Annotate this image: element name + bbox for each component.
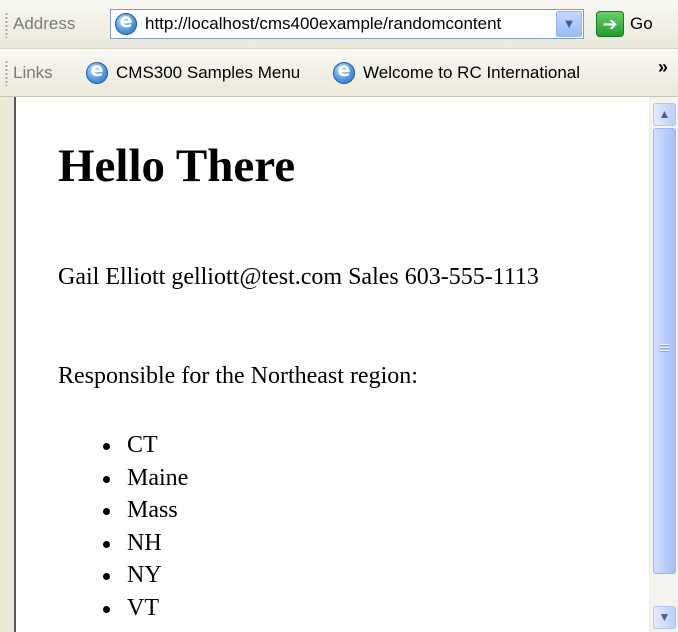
internet-explorer-icon bbox=[86, 59, 108, 84]
scroll-up-arrow-icon[interactable]: ▲ bbox=[653, 103, 676, 126]
links-label: Links bbox=[13, 63, 53, 82]
toolbar-grip[interactable] bbox=[5, 60, 8, 86]
internet-explorer-icon bbox=[115, 10, 137, 35]
green-arrow-right-icon[interactable]: ➔ bbox=[596, 11, 624, 37]
address-label: Address bbox=[13, 14, 76, 33]
scroll-down-arrow-icon[interactable]: ▼ bbox=[653, 606, 676, 629]
scrollbar-thumb[interactable] bbox=[653, 128, 676, 574]
scrollbar-grip-icon bbox=[660, 344, 669, 353]
address-field[interactable]: http://localhost/cms400example/randomcon… bbox=[110, 9, 584, 39]
region-intro: Responsible for the Northeast region: bbox=[58, 363, 418, 389]
list-item: VT bbox=[103, 592, 188, 625]
links-overflow-chevron[interactable]: » bbox=[658, 57, 668, 78]
state-list: CT Maine Mass NH NY VT bbox=[103, 429, 188, 625]
address-toolbar: Address http://localhost/cms400example/r… bbox=[0, 0, 678, 49]
list-item: NY bbox=[103, 559, 188, 592]
list-item: Mass bbox=[103, 494, 188, 527]
page-title: Hello There bbox=[58, 140, 296, 192]
list-item: NH bbox=[103, 527, 188, 560]
page-content: Hello There Gail Elliott gelliott@test.c… bbox=[16, 97, 649, 632]
chevron-down-icon[interactable]: ▼ bbox=[556, 11, 582, 37]
go-button[interactable]: Go bbox=[630, 14, 653, 34]
list-item: CT bbox=[103, 429, 188, 462]
toolbar-grip[interactable] bbox=[5, 12, 8, 38]
link-label: Welcome to RC International bbox=[363, 63, 581, 82]
address-url-text[interactable]: http://localhost/cms400example/randomcon… bbox=[145, 14, 549, 34]
links-toolbar: Links CMS300 Samples Menu Welcome to RC … bbox=[0, 49, 678, 97]
list-item: Maine bbox=[103, 462, 188, 495]
internet-explorer-icon bbox=[333, 59, 355, 84]
vertical-scrollbar[interactable]: ▲ ▼ bbox=[649, 97, 678, 632]
contact-line: Gail Elliott gelliott@test.com Sales 603… bbox=[58, 264, 539, 290]
window-frame bbox=[0, 97, 16, 632]
link-label: CMS300 Samples Menu bbox=[116, 63, 301, 82]
